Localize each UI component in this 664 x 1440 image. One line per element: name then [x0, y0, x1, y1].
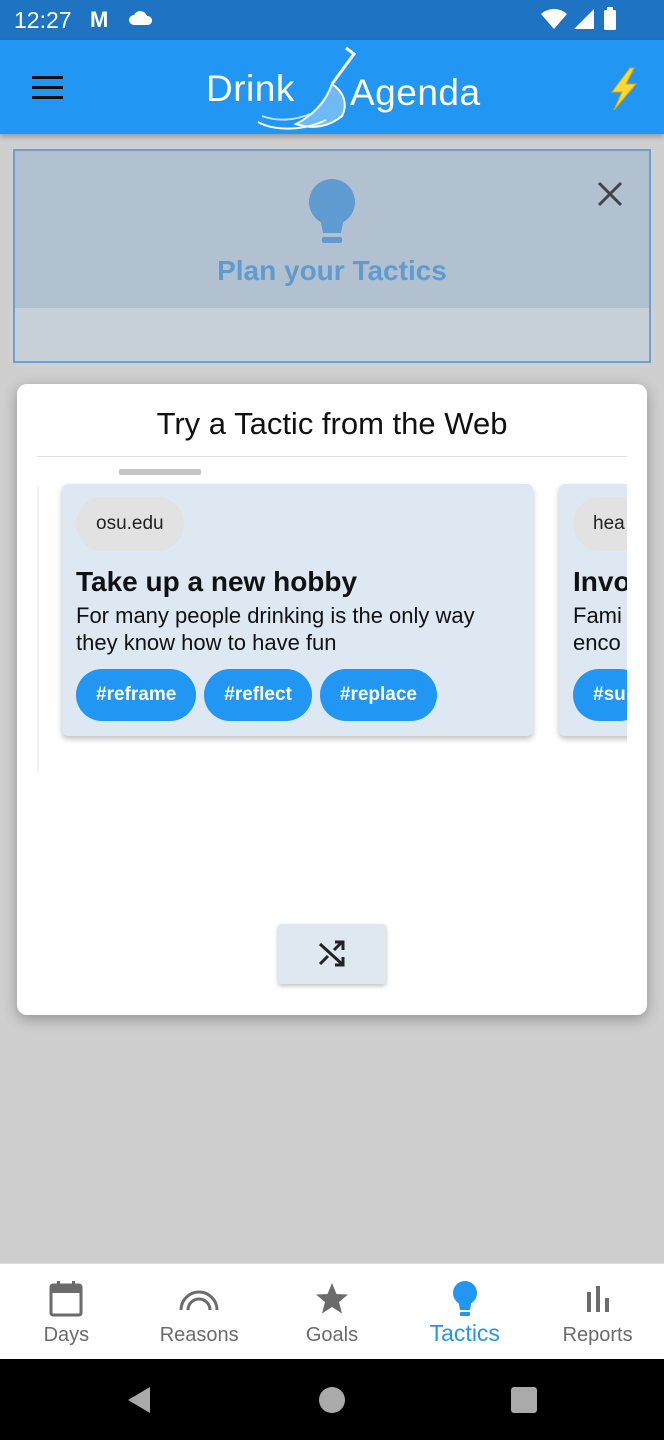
- nav-label: Reports: [562, 1324, 633, 1346]
- tactic-description: Fami enco: [573, 603, 622, 655]
- plan-card-title: Plan your Tactics: [217, 255, 447, 286]
- recent-apps-icon[interactable]: [510, 1386, 538, 1414]
- lightbulb-icon: [452, 1281, 477, 1316]
- tag-support[interactable]: #su: [573, 669, 627, 721]
- status-time: 12:27: [14, 7, 72, 33]
- battery-icon: [604, 7, 616, 30]
- cloud-icon: [129, 11, 153, 25]
- scroll-indicator: [119, 469, 201, 475]
- nav-label: Reasons: [159, 1324, 239, 1346]
- dialog-title: Try a Tactic from the Web: [156, 406, 508, 441]
- back-icon[interactable]: [126, 1385, 154, 1415]
- plan-card-header: Plan your Tactics: [15, 151, 649, 308]
- menu-icon[interactable]: [22, 68, 72, 108]
- lightning-bolt-icon[interactable]: [600, 64, 646, 114]
- nav-goals[interactable]: Goals: [266, 1264, 399, 1359]
- source-chip[interactable]: osu.edu: [76, 497, 184, 551]
- logo-text-agenda: Agenda: [350, 72, 481, 113]
- tactic-title: Take up a new hobby: [76, 566, 358, 597]
- status-bar: 12:27 M: [0, 0, 664, 40]
- nav-reports[interactable]: Reports: [531, 1264, 664, 1359]
- tag-list: #reframe #reflect #replace: [76, 669, 438, 721]
- nav-tactics[interactable]: Tactics: [398, 1264, 531, 1359]
- shuffle-icon: [318, 940, 345, 967]
- nav-days[interactable]: Days: [0, 1264, 133, 1359]
- nav-label: Tactics: [429, 1320, 500, 1346]
- system-navigation-bar: [0, 1359, 664, 1440]
- bar-chart-icon: [586, 1286, 609, 1312]
- shuffle-button[interactable]: [278, 924, 386, 984]
- close-icon[interactable]: [593, 177, 627, 211]
- star-icon: [315, 1283, 348, 1314]
- carousel-edge: [37, 487, 39, 772]
- plan-tactics-card: Plan your Tactics: [13, 149, 651, 363]
- wifi-icon: [541, 8, 567, 29]
- tactic-description: For many people drinking is the only way…: [76, 603, 475, 655]
- lightbulb-icon: [309, 179, 355, 243]
- tactic-dialog: Try a Tactic from the Web osu.edu Take u…: [17, 384, 647, 1015]
- calendar-icon: [49, 1281, 83, 1317]
- bottom-navigation: Days Reasons Goals Tactics Reports: [0, 1263, 664, 1359]
- home-icon[interactable]: [318, 1386, 346, 1414]
- nav-label: Goals: [305, 1324, 359, 1346]
- tactic-card[interactable]: osu.edu Take up a new hobby For many peo…: [62, 484, 533, 736]
- rainbow-icon: [179, 1290, 219, 1311]
- tag-list: #su: [573, 669, 627, 721]
- tag-replace[interactable]: #replace: [319, 669, 438, 721]
- nav-label: Days: [43, 1324, 90, 1346]
- nav-reasons[interactable]: Reasons: [133, 1264, 266, 1359]
- tag-reflect[interactable]: #reflect: [204, 669, 312, 721]
- tactic-card[interactable]: hea Invo Fami enco #su: [559, 484, 627, 736]
- gmail-icon: M: [90, 7, 109, 32]
- tag-reframe[interactable]: #reframe: [76, 669, 197, 721]
- app-bar: Drink Agenda: [0, 40, 664, 134]
- app-logo: Drink Agenda: [200, 44, 480, 132]
- source-chip[interactable]: hea: [573, 497, 627, 551]
- tactic-title: Invo: [573, 566, 627, 597]
- signal-icon: [574, 9, 594, 29]
- tactic-carousel[interactable]: osu.edu Take up a new hobby For many peo…: [37, 457, 627, 777]
